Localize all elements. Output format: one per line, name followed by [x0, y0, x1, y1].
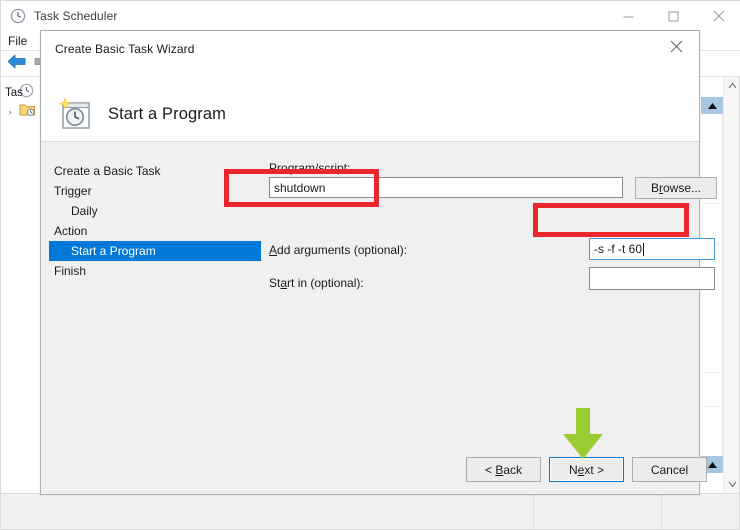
scroll-up-thumb[interactable] [701, 97, 723, 114]
cancel-button[interactable]: Cancel [632, 457, 707, 482]
status-divider-2 [661, 494, 662, 529]
close-icon[interactable] [696, 1, 740, 31]
nav-step-label: Daily [71, 204, 98, 218]
nav-step-label: Create a Basic Task [54, 164, 161, 178]
text-caret [643, 242, 645, 256]
cancel-button-label: Cancel [650, 462, 689, 477]
add-arguments-label: Add arguments (optional): [269, 243, 408, 257]
next-button-arrow-icon [559, 407, 607, 467]
nav-step-label: Start a Program [71, 244, 156, 258]
nav-step-start-a-program[interactable]: Start a Program [49, 241, 261, 261]
maximize-icon[interactable] [651, 1, 696, 31]
start-in-label: Start in (optional): [269, 276, 364, 290]
dialog-title: Create Basic Task Wizard [55, 42, 195, 56]
scroll-up-icon[interactable] [724, 77, 740, 94]
add-arguments-value: -s -f -t 60 [594, 242, 643, 256]
start-in-input[interactable] [589, 267, 715, 290]
nav-step-label: Action [54, 224, 88, 238]
menu-item-file[interactable]: File [1, 34, 34, 48]
add-arguments-input[interactable]: -s -f -t 60 [589, 238, 715, 260]
back-button[interactable]: < Back [466, 457, 541, 482]
program-field-highlight [224, 169, 379, 207]
window-controls [606, 1, 740, 31]
window-vertical-scrollbar[interactable] [723, 77, 739, 493]
window-title: Task Scheduler [34, 9, 118, 23]
nav-step-label: Finish [54, 264, 87, 278]
scroll-down-icon[interactable] [724, 476, 740, 493]
arguments-field-highlight [533, 203, 689, 237]
folder-clock-icon [19, 102, 36, 122]
clock-icon [10, 8, 26, 24]
dialog-titlebar: Create Basic Task Wizard [41, 31, 699, 93]
close-icon[interactable] [653, 31, 699, 61]
dialog-header: Start a Program [41, 87, 699, 141]
status-divider-1 [533, 494, 534, 529]
status-bar [1, 493, 739, 529]
window-titlebar: Task Scheduler [1, 1, 740, 31]
task-clock-star-icon [54, 94, 94, 134]
nav-step-action[interactable]: Action [49, 221, 261, 241]
minimize-icon[interactable] [606, 1, 651, 31]
browse-button[interactable]: Browse... [635, 177, 717, 199]
tree-item-label: Tas [5, 86, 23, 99]
nav-step-label: Trigger [54, 184, 92, 198]
tree-expander[interactable]: › [5, 107, 15, 117]
nav-step-finish[interactable]: Finish [49, 261, 261, 281]
dialog-heading: Start a Program [108, 104, 226, 123]
screenshot-root: Task Scheduler File Tas › Create Basic T… [0, 0, 740, 530]
back-arrow-icon[interactable] [6, 53, 28, 75]
